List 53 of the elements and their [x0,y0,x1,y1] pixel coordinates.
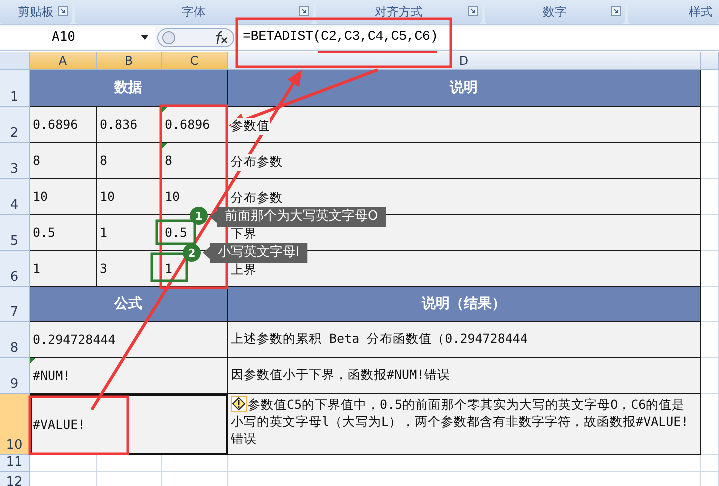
row-header[interactable]: 2 [0,107,30,143]
name-box[interactable]: A10 [0,26,155,48]
table-cell: 参数值 [228,107,701,143]
row-header[interactable]: 7 [0,287,30,322]
dialog-launcher-icon[interactable] [299,6,309,16]
row-header[interactable]: 5 [0,215,30,251]
header-cell: 数据 [30,70,228,107]
column-header[interactable]: B [97,52,162,70]
table-cell: 10 [30,179,97,215]
table-cell: 3 [97,251,162,287]
row-header[interactable]: 3 [0,143,30,179]
formula-bar-toggle-icon[interactable] [157,26,235,48]
row-header[interactable]: 10 [0,394,30,455]
header-cell: 说明 [228,70,701,107]
dialog-launcher-icon[interactable] [58,6,68,16]
table-cell: #NUM! [30,358,228,394]
table-cell: 1 [97,215,162,251]
row-header[interactable]: 12 [0,472,30,486]
header-cell: 说明（结果） [228,287,701,322]
column-header[interactable]: A [30,52,97,70]
warning-icon[interactable] [231,396,247,412]
column-header[interactable]: C [162,52,228,70]
row-header[interactable]: 6 [0,251,30,287]
table-cell: 0.836 [97,107,162,143]
marker-frame [156,220,196,246]
table-cell: 8 [30,143,97,179]
table-cell: 因参数值小于下界，函数报#NUM!错误 [228,358,701,394]
table-cell: 10 [97,179,162,215]
row-header[interactable]: 8 [0,322,30,358]
table-cell: 1 [30,251,97,287]
header-cell: 公式 [30,287,228,322]
marker-frame [150,252,188,282]
table-cell: 参数值C5的下界值中，0.5的前面那个零其实为大写的英文字母O，C6的值是小写的英文字母l（大写为L），两个参数都含有非数字字符，故函数报#VALUE!错误 [228,394,701,455]
column-header[interactable]: D [228,52,701,70]
caret-icon[interactable] [141,35,149,40]
dialog-launcher-icon[interactable] [468,6,478,16]
table-cell: 分布参数 [228,143,701,179]
table-cell: 8 [162,143,228,179]
table-cell: 0.5 [30,215,97,251]
callout-bubble: 小写英文字母l [203,243,308,263]
row-header[interactable]: 9 [0,358,30,394]
dialog-launcher-icon[interactable] [611,6,621,16]
function-icon[interactable] [213,30,229,44]
table-cell: 0.6896 [30,107,97,143]
row-header[interactable]: 11 [0,455,30,472]
row-header[interactable]: 4 [0,179,30,215]
table-cell: 8 [97,143,162,179]
row-header[interactable]: 1 [0,70,30,107]
formula-field[interactable]: =BETADIST(C2,C3,C4,C5,C6) [237,26,719,48]
table-cell: 上述参数的累积 Beta 分布函数值（0.294728444 [228,322,701,358]
table-cell: 0.6896 [162,107,228,143]
table-cell: 0.294728444 [30,322,228,358]
table-cell: #VALUE! [30,394,228,455]
